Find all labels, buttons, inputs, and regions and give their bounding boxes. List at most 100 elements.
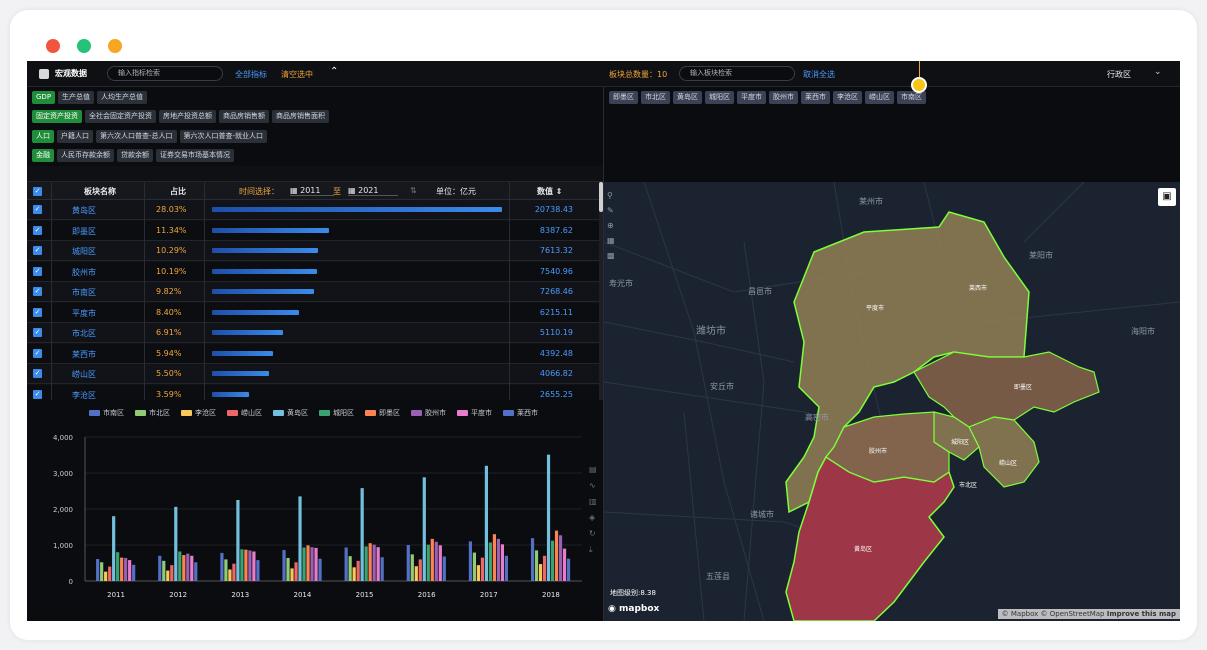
row-pct: 10.19% <box>156 266 187 276</box>
block-tag[interactable]: 市北区 <box>641 91 670 104</box>
all-indicators-link[interactable]: 全部指标 <box>235 69 267 80</box>
restore-icon[interactable]: ↻ <box>589 526 599 542</box>
row-checkbox[interactable]: ✓ <box>33 328 42 337</box>
region-laoshan[interactable] <box>968 416 1040 488</box>
row-value: 7268.46 <box>539 287 573 296</box>
time-to-input[interactable]: ▦ 2021 <box>348 186 398 196</box>
search-icon[interactable]: ⚲ <box>607 188 615 203</box>
map-panel[interactable]: 莱州市 莱阳市 寿光市 昌邑市 潍坊市 海阳市 安丘市 高密市 诸城市 五莲县 平度市 莱西市 即墨区胶… <box>604 182 1180 621</box>
table-row[interactable]: ✓ 城阳区 10.29% 7613.32 <box>27 241 599 261</box>
stack-icon[interactable]: ◈ <box>589 510 599 526</box>
indicator-tag[interactable]: 全社会固定资产投资 <box>85 110 156 123</box>
indicator-category-tag[interactable]: 人口 <box>32 130 54 143</box>
block-tag[interactable]: 李沧区 <box>833 91 862 104</box>
draw-icon[interactable]: ✎ <box>607 203 615 218</box>
indicator-tag[interactable]: 第六次人口普查-总人口 <box>96 130 177 143</box>
table-row[interactable]: ✓ 黄岛区 28.03% 20738.43 <box>27 200 599 220</box>
maximize-dot[interactable] <box>77 39 91 53</box>
collapse-icon[interactable]: ⌃ <box>330 66 338 77</box>
row-checkbox[interactable]: ✓ <box>33 205 42 214</box>
close-dot[interactable] <box>46 39 60 53</box>
row-checkbox[interactable]: ✓ <box>33 307 42 317</box>
deselect-all-link[interactable]: 取消全选 <box>803 69 835 80</box>
table-row[interactable]: ✓ 崂山区 5.50% 4066.82 <box>27 364 599 384</box>
map-canvas[interactable] <box>604 182 1180 621</box>
line-chart-icon[interactable]: ∿ <box>589 478 599 494</box>
layers-icon[interactable]: ▩ <box>607 248 615 263</box>
table-row[interactable]: ✓ 即墨区 11.34% 8387.62 <box>27 220 599 241</box>
row-checkbox[interactable]: ✓ <box>33 225 42 235</box>
indicator-search-input[interactable]: 输入指标检索 <box>107 66 223 81</box>
download-icon[interactable]: ⤓ <box>589 542 599 558</box>
row-checkbox[interactable]: ✓ <box>33 369 42 378</box>
block-tag[interactable]: 即墨区 <box>609 91 638 104</box>
locate-icon[interactable]: ⊕ <box>607 218 615 233</box>
indicator-tag[interactable]: 第六次人口普查-就业人口 <box>179 130 268 143</box>
bar <box>310 547 314 581</box>
row-value: 4066.82 <box>539 369 573 378</box>
minimize-dot[interactable] <box>108 39 122 53</box>
row-checkbox[interactable]: ✓ <box>33 389 42 399</box>
row-checkbox[interactable]: ✓ <box>33 287 42 296</box>
block-tag[interactable]: 平度市 <box>737 91 766 104</box>
indicator-tag[interactable]: 房地产投资总额 <box>159 110 216 123</box>
scrollbar-thumb[interactable] <box>599 182 603 212</box>
district-label: 崂山区 <box>999 460 1018 467</box>
y-tick-label: 2,000 <box>53 506 73 514</box>
mapbox-logo[interactable]: ◉ mapbox <box>608 604 659 614</box>
block-tag[interactable]: 莱西市 <box>801 91 830 104</box>
bar <box>438 545 442 581</box>
indicator-tag[interactable]: 生产总值 <box>58 91 95 104</box>
bar <box>534 550 539 581</box>
table-scrollbar[interactable] <box>599 182 603 400</box>
indicator-tag[interactable]: 商品房销售额 <box>219 110 269 123</box>
bar <box>104 571 108 581</box>
swap-icon[interactable]: ⇅ <box>410 186 417 195</box>
admin-area-select[interactable]: 行政区 <box>1107 69 1131 80</box>
table-row[interactable]: ✓ 莱西市 5.94% 4392.48 <box>27 343 599 364</box>
data-view-icon[interactable]: ▤ <box>589 462 599 478</box>
block-tag[interactable]: 黄岛区 <box>673 91 702 104</box>
indicator-tag[interactable]: 贷款余额 <box>117 149 153 162</box>
time-from-input[interactable]: ▦ 2011 <box>290 186 334 196</box>
row-name: 胶州市 <box>72 267 96 277</box>
indicator-tag[interactable]: 人均生产总值 <box>97 91 148 104</box>
block-search-input[interactable]: 输入板块检索 <box>679 66 795 81</box>
indicator-tag[interactable]: 人民币存款余额 <box>57 149 114 162</box>
row-value: 7540.96 <box>539 266 573 276</box>
bar <box>306 545 310 581</box>
table-row[interactable]: ✓ 胶州市 10.19% 7540.96 <box>27 261 599 282</box>
marker-icon[interactable] <box>911 77 927 93</box>
table-row[interactable]: ✓ 市北区 6.91% 5110.19 <box>27 323 599 343</box>
row-checkbox[interactable]: ✓ <box>33 266 42 276</box>
bar-chart-icon[interactable]: ▥ <box>589 494 599 510</box>
block-tag[interactable]: 胶州市 <box>769 91 798 104</box>
improve-map-link[interactable]: Improve this map <box>1107 610 1176 618</box>
row-bar <box>212 268 318 274</box>
row-checkbox[interactable]: ✓ <box>33 348 42 358</box>
bar <box>484 465 489 581</box>
indicator-category-tag[interactable]: 金融 <box>32 149 54 162</box>
indicator-category-tag[interactable]: GDP <box>32 91 56 104</box>
indicator-tag[interactable]: 户籍人口 <box>57 130 93 143</box>
bar <box>422 477 426 581</box>
table-row[interactable]: ✓ 市南区 9.82% 7268.46 <box>27 282 599 302</box>
clear-selection-link[interactable]: 清空选中 <box>281 69 313 80</box>
indicator-tag[interactable]: 证券交易市场基本情况 <box>156 149 234 162</box>
map-attribution[interactable]: © Mapbox © OpenStreetMap Improve this ma… <box>997 609 1180 619</box>
header-value[interactable]: 数值 ⇕ <box>537 186 563 197</box>
block-tag[interactable]: 崂山区 <box>865 91 894 104</box>
indicator-category-tag[interactable]: 固定资产投资 <box>32 110 82 123</box>
chevron-down-icon[interactable]: ⌄ <box>1154 67 1162 77</box>
indicator-tag[interactable]: 商品房销售面积 <box>272 110 329 123</box>
basemap-icon[interactable]: ▣ <box>1158 188 1176 206</box>
bar <box>186 553 190 581</box>
block-tag[interactable]: 市南区 <box>897 91 926 104</box>
table-row[interactable]: ✓ 平度市 8.40% 6215.11 <box>27 302 599 323</box>
grid-icon[interactable]: ▦ <box>607 233 615 248</box>
block-tag[interactable]: 城阳区 <box>705 91 734 104</box>
x-tick-label: 2013 <box>231 591 249 599</box>
bar <box>228 569 232 581</box>
select-all-checkbox[interactable]: ✓ <box>33 187 42 196</box>
row-checkbox[interactable]: ✓ <box>33 246 42 255</box>
